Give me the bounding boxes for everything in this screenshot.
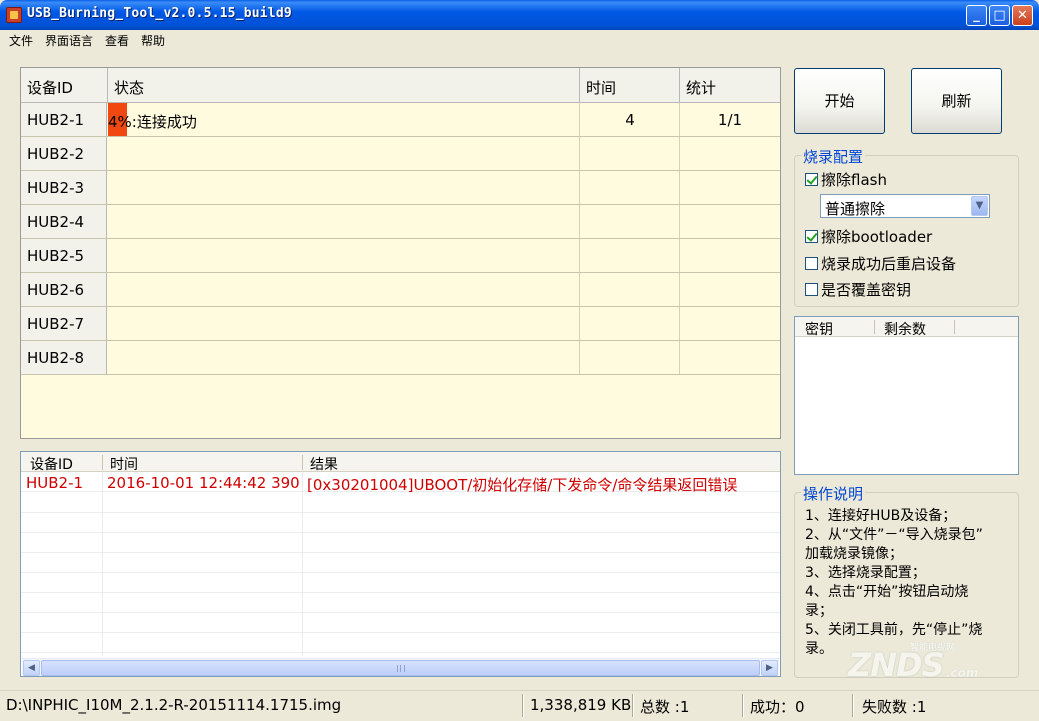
device-row[interactable]: HUB2-5 [21,239,780,273]
log-row[interactable]: HUB2-1 2016-10-01 12:44:42 390 [0x302010… [21,472,780,494]
menu-help[interactable]: 帮助 [141,32,165,49]
chevron-down-icon[interactable]: ▼ [971,196,988,216]
device-id: HUB2-2 [21,137,107,170]
menu-language[interactable]: 界面语言 [45,32,93,49]
erase-flash-checkbox[interactable] [805,173,818,186]
column-header-device-id[interactable]: 设备ID [21,68,108,103]
erase-bootloader-checkbox[interactable] [805,230,818,243]
overwrite-key-label: 是否覆盖密钥 [821,281,912,299]
log-horizontal-scrollbar[interactable]: ◀ ▶ [22,658,779,676]
instructions-text: 1、连接好HUB及设备； 2、从“文件”－“导入烧录包” 加载烧录镜像； 3、选… [805,507,1010,659]
device-row[interactable]: HUB2-8 [21,341,780,375]
total-count: 总数 :1 [640,698,690,716]
device-id: HUB2-6 [21,273,107,306]
instruction-line: 2、从“文件”－“导入烧录包” [805,527,983,543]
instruction-line: 4、点击“开始”按钮启动烧 [805,584,969,600]
log-device-id: HUB2-1 [26,474,84,492]
device-id: HUB2-5 [21,239,107,272]
log-result: [0x30201004]UBOOT/初始化存储/下发命令/命令结果返回错误 [307,476,738,494]
column-header-remaining[interactable]: 剩余数 [884,319,926,339]
start-button[interactable]: 开始 [794,68,885,134]
scroll-left-icon[interactable]: ◀ [23,660,40,676]
status-bar: D:\INPHIC_I10M_2.1.2-R-20151114.1715.img… [0,690,1039,721]
instruction-line: 5、关闭工具前，先“停止”烧 [805,622,983,638]
log-time: 2016-10-01 12:44:42 390 [107,474,300,492]
reboot-after-checkbox[interactable] [805,257,818,270]
overwrite-key-checkbox[interactable] [805,283,818,296]
device-row[interactable]: HUB2-4 [21,205,780,239]
device-grid-header: 设备ID 状态 时间 统计 [21,68,780,103]
image-path: D:\INPHIC_I10M_2.1.2-R-20151114.1715.img [6,696,342,714]
erase-mode-value: 普通擦除 [825,200,886,218]
instruction-line: 加载烧录镜像； [805,546,903,562]
device-row[interactable]: HUB2-6 [21,273,780,307]
erase-mode-select[interactable]: 普通擦除 ▼ [820,194,990,218]
instructions-title: 操作说明 [801,483,866,504]
watermark-brand: ZNDS [848,646,945,684]
device-count: 1/1 [717,111,743,129]
scroll-thumb[interactable] [41,660,760,676]
instruction-line: 3、选择烧录配置； [805,565,926,581]
device-id: HUB2-7 [21,307,107,340]
device-row[interactable]: HUB2-3 [21,171,780,205]
device-row[interactable]: HUB2-7 [21,307,780,341]
device-id: HUB2-3 [21,171,107,204]
title-bar[interactable]: USB_Burning_Tool_v2.0.5.15_build9 _ □ ✕ [0,0,1039,30]
log-table[interactable]: 设备ID 时间 结果 HUB2-1 2016-10-01 12:44:42 39… [20,451,781,677]
reboot-after-option[interactable]: 烧录成功后重启设备 [805,253,956,274]
column-header-log-time[interactable]: 时间 [110,454,138,474]
burn-config-title: 烧录配置 [801,146,866,167]
device-id: HUB2-4 [21,205,107,238]
device-id: HUB2-1 [21,103,107,136]
znds-watermark: 智能电视网 ZNDS .com [848,640,998,685]
column-header-log-device-id[interactable]: 设备ID [30,454,73,474]
erase-flash-option[interactable]: 擦除flash [805,169,887,190]
erase-bootloader-option[interactable]: 擦除bootloader [805,226,932,247]
app-icon[interactable] [6,7,22,23]
device-time: 4 [625,111,635,129]
erase-bootloader-label: 擦除bootloader [821,228,933,246]
refresh-button[interactable]: 刷新 [911,68,1002,134]
reboot-after-label: 烧录成功后重启设备 [821,255,957,273]
device-id: HUB2-8 [21,341,107,374]
success-count: 成功：0 [750,698,805,716]
column-header-count[interactable]: 统计 [680,68,780,103]
watermark-suffix: .com [946,666,979,680]
erase-flash-label: 擦除flash [821,171,887,189]
column-header-key[interactable]: 密钥 [805,319,833,339]
overwrite-key-option[interactable]: 是否覆盖密钥 [805,279,911,300]
menu-view[interactable]: 查看 [105,32,129,49]
close-button[interactable]: ✕ [1012,5,1033,26]
log-table-header: 设备ID 时间 结果 [21,452,780,474]
key-list-header: 密钥 剩余数 [795,317,1018,339]
column-header-status[interactable]: 状态 [108,68,580,103]
device-status: 4%:连接成功 [108,113,197,131]
instruction-line: 1、连接好HUB及设备； [805,508,957,524]
menu-bar: 文件 界面语言 查看 帮助 [0,30,1039,50]
column-header-time[interactable]: 时间 [580,68,680,103]
key-list[interactable]: 密钥 剩余数 [794,316,1019,475]
device-grid[interactable]: 设备ID 状态 时间 统计 HUB2-1 4%:连接成功 4 1/1 HUB2-… [20,67,781,439]
window-title: USB_Burning_Tool_v2.0.5.15_build9 [27,6,292,21]
scroll-right-icon[interactable]: ▶ [761,660,778,676]
device-row[interactable]: HUB2-1 4%:连接成功 4 1/1 [21,103,780,137]
menu-file[interactable]: 文件 [9,32,33,49]
fail-count: 失败数 :1 [862,698,927,716]
column-header-log-result[interactable]: 结果 [310,454,338,474]
image-size: 1,338,819 KB [530,696,632,714]
minimize-button[interactable]: _ [966,5,987,26]
device-row[interactable]: HUB2-2 [21,137,780,171]
instruction-line: 录； [805,603,833,619]
maximize-button[interactable]: □ [989,5,1010,26]
